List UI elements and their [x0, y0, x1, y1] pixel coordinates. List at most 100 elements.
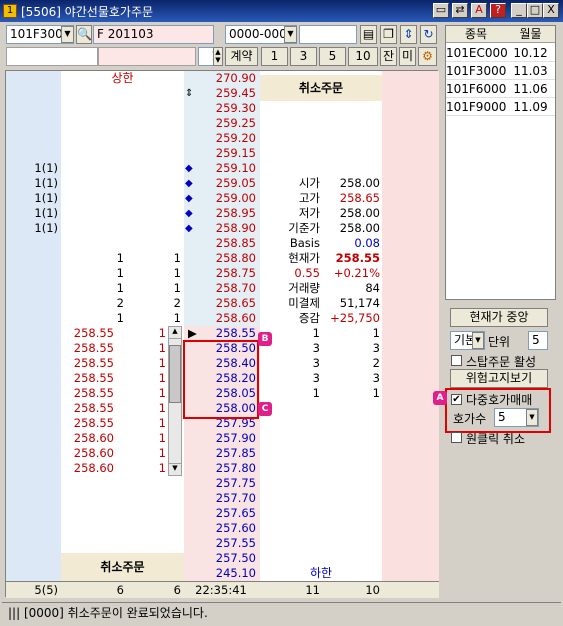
buy-order-qty: 1 [158, 341, 166, 355]
badge-a: A [433, 391, 447, 405]
mi-button[interactable]: 미 [399, 47, 416, 66]
info-label: 시가 [298, 176, 320, 190]
qty-button-1[interactable]: 1 [261, 47, 288, 66]
bid-price: 257.65 [215, 506, 256, 520]
cancel-order-top[interactable]: 취소주문 [260, 75, 382, 101]
info-label: 미결제 [288, 296, 320, 310]
unit-label: 단위 [488, 335, 511, 349]
search-icon[interactable]: 🔍 [76, 25, 92, 44]
font-icon[interactable]: A [471, 3, 487, 18]
close-button[interactable]: X [543, 3, 559, 18]
futures-list-header: 종목 월물 [446, 26, 555, 43]
ask-qty: 1 [116, 281, 124, 295]
futures-month: 11.03 [513, 64, 548, 78]
order-marker-icon: ◆ [185, 178, 193, 189]
buy-order-qty: 1 [158, 416, 166, 430]
ask-price: 258.60 [215, 311, 256, 325]
futures-row[interactable]: 101EC000 10.12 [446, 44, 555, 62]
one-click-cancel-checkbox[interactable] [451, 432, 462, 443]
buy-order-qty: 1 [158, 461, 166, 475]
buy-order-qty: 1 [158, 431, 166, 445]
col-header-code: 종목 [464, 27, 488, 41]
futures-row[interactable]: 101F6000 11.06 [446, 80, 555, 98]
sell-order-col [6, 71, 61, 581]
copy-icon[interactable]: ❐ [380, 25, 397, 44]
bid-qty: 1 [312, 386, 320, 400]
maximize-button[interactable]: □ [527, 3, 543, 18]
buy-order-qty: 1 [158, 326, 166, 340]
multi-hoga-checkbox[interactable]: ✔ [451, 394, 462, 405]
ask-price: 258.70 [215, 281, 256, 295]
help-button[interactable]: ? [490, 3, 506, 18]
buy-order-price: 258.55 [73, 371, 114, 385]
info-label: 0.55 [294, 266, 320, 280]
stop-order-checkbox[interactable] [451, 355, 462, 366]
cancel-order-top-label: 취소주문 [298, 81, 344, 95]
futures-row[interactable]: 101F9000 11.09 [446, 98, 555, 116]
ask-price: 258.65 [215, 296, 256, 310]
ask-price: 259.30 [215, 101, 256, 115]
minimize-button[interactable]: _ [511, 3, 527, 18]
order-marker-icon: ◆ [185, 193, 193, 204]
info-value: 84 [365, 281, 380, 295]
link-icon[interactable]: ⇄ [452, 3, 468, 18]
order-scrollbar[interactable]: ▲ ▼ [168, 326, 182, 476]
bid-qty: 3 [312, 371, 320, 385]
buy-order-price: 258.60 [73, 446, 114, 460]
code-dropdown-icon[interactable]: ▼ [61, 26, 74, 43]
buy-order-price: 258.55 [73, 401, 114, 415]
info-value: 258.00 [339, 206, 380, 220]
hoga-count-dropdown-icon[interactable]: ▼ [526, 409, 538, 426]
settings-gear-icon[interactable]: ⚙ [418, 47, 437, 66]
ask-qty: 2 [116, 296, 124, 310]
ask-price: 270.90 [215, 71, 256, 85]
info-value: +25,750 [330, 311, 380, 325]
risk-notice-button[interactable]: 위험고지보기 [450, 369, 548, 388]
sell-order-count: 1(1) [34, 176, 58, 190]
qty-button-10[interactable]: 10 [348, 47, 378, 66]
buy-order-qty: 1 [158, 371, 166, 385]
jan-button[interactable]: 잔 [380, 47, 397, 66]
account-dropdown-icon[interactable]: ▼ [284, 26, 297, 43]
scrollbar-thumb[interactable] [169, 345, 181, 403]
order-marker-icon: ◆ [185, 163, 193, 174]
basic-dropdown-icon[interactable]: ▼ [472, 332, 484, 349]
app-icon: 1 [3, 4, 17, 18]
bid-price: 257.60 [215, 521, 256, 535]
bid-count: 3 [372, 371, 380, 385]
bid-price: 245.10 [215, 566, 256, 580]
futures-list: 종목 월물 101EC000 10.12 101F3000 11.03 101F6000… [445, 25, 556, 300]
window-title: [5506] 야간선물호가주문 [21, 4, 154, 19]
info-value: +0.21% [333, 266, 380, 280]
ask-count: 2 [173, 296, 181, 310]
info-label: 저가 [298, 206, 320, 220]
sell-order-count: 1(1) [34, 161, 58, 175]
ask-price: 259.15 [215, 146, 256, 160]
upper-limit-label: 상한 [111, 71, 134, 85]
bid-count: 3 [372, 341, 380, 355]
password-input[interactable] [299, 25, 357, 44]
bid-count: 1 [372, 326, 380, 340]
footer-cell: 5(5) [34, 583, 58, 597]
cancel-order-bottom[interactable]: 취소주문 [61, 553, 184, 581]
save-icon[interactable]: ▤ [360, 25, 377, 44]
futures-row[interactable]: 101F3000 11.03 [446, 62, 555, 80]
contract-label: 계약 [225, 47, 258, 66]
sell-order-count: 1(1) [34, 191, 58, 205]
qty-button-5[interactable]: 5 [319, 47, 346, 66]
center-price-button[interactable]: 현재가 중앙 [450, 308, 548, 327]
qty-spinner[interactable]: ▲ ▼ [213, 47, 223, 66]
unit-input[interactable]: 5 [528, 331, 548, 350]
sell-order-count: 1(1) [34, 206, 58, 220]
updown-icon[interactable]: ⇕ [400, 25, 417, 44]
qty-button-3[interactable]: 3 [290, 47, 317, 66]
info-label: Basis [289, 236, 320, 250]
cancel-order-bottom-label: 취소주문 [100, 560, 145, 574]
info-value: 0.08 [354, 236, 380, 250]
refresh-icon[interactable]: ↻ [420, 25, 437, 44]
screen-icon[interactable]: ▭ [433, 3, 449, 18]
futures-month: 11.06 [513, 82, 548, 96]
badge-b: B [258, 332, 272, 346]
footer-cell: 22:35:41 [195, 583, 247, 597]
buy-order-price: 258.55 [73, 341, 114, 355]
